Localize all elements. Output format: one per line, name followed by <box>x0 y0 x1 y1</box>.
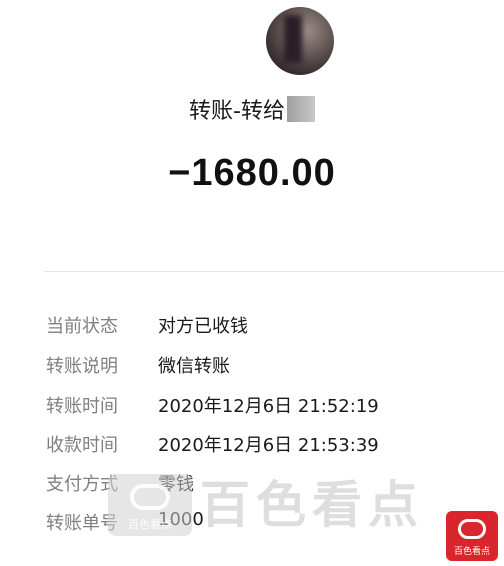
detail-row-receive-time: 收款时间 2020年12月6日 21:53:39 <box>46 431 486 461</box>
redacted-name <box>286 96 315 122</box>
detail-label: 收款时间 <box>46 435 118 456</box>
detail-value: 2020年12月6日 21:52:19 <box>158 396 379 417</box>
transfer-detail-screen: 转账-转给 −1680.00 当前状态 对方已收钱 转账说明 微信转账 转账时间… <box>0 0 504 566</box>
detail-value: 对方已收钱 <box>158 316 248 337</box>
detail-label: 支付方式 <box>46 474 118 495</box>
detail-value[interactable]: 1000 <box>158 509 204 530</box>
detail-label: 转账说明 <box>46 356 118 377</box>
detail-label: 转账单号 <box>46 513 118 534</box>
corner-logo-text: 百色看点 <box>453 547 490 557</box>
avatar-blur <box>284 15 302 63</box>
detail-row-transfer-time: 转账时间 2020年12月6日 21:52:19 <box>46 392 486 422</box>
transfer-amount: −1680.00 <box>168 152 336 194</box>
detail-row-note: 转账说明 微信转账 <box>46 352 486 382</box>
detail-value: 2020年12月6日 21:53:39 <box>158 435 379 456</box>
detail-value: 零钱 <box>158 474 194 495</box>
divider <box>44 271 504 272</box>
detail-row-status: 当前状态 对方已收钱 <box>46 312 486 342</box>
corner-logo-mark <box>458 519 486 539</box>
detail-value: 微信转账 <box>158 356 230 377</box>
avatar[interactable] <box>266 7 334 75</box>
detail-label: 转账时间 <box>46 396 118 417</box>
transfer-title: 转账-转给 <box>0 93 504 125</box>
corner-logo-icon: 百色看点 <box>446 511 498 561</box>
transfer-title-text: 转账-转给 <box>189 99 285 124</box>
detail-row-payment-method: 支付方式 零钱 <box>46 470 486 500</box>
detail-row-transfer-number: 转账单号 1000 <box>46 509 486 539</box>
detail-label: 当前状态 <box>46 316 118 337</box>
